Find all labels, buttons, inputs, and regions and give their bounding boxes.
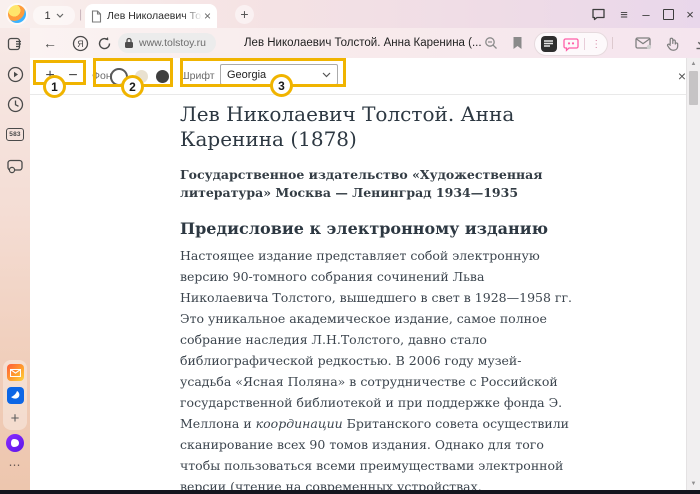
reload-icon: [97, 36, 112, 51]
yandex-search-button[interactable]: Я: [68, 28, 92, 58]
annotation-box-3: [180, 58, 346, 87]
vertical-scrollbar[interactable]: ▲ ▼: [686, 58, 700, 490]
plus-icon: +: [11, 410, 20, 427]
chat-bubble-icon: [591, 7, 606, 21]
sidebar-alice-button[interactable]: [0, 434, 30, 452]
article: Лев Николаевич Толстой. Анна Каренина (1…: [180, 94, 572, 490]
url-text: www.tolstoy.ru: [139, 37, 206, 49]
scroll-up-icon[interactable]: ▲: [687, 58, 700, 70]
tab-close-icon[interactable]: ×: [204, 9, 211, 23]
browser-window: 1 | Лев Николаевич Толсто × + ≡ – ×: [0, 0, 700, 494]
counter-badge: 583: [6, 128, 23, 141]
envelope-icon: [635, 36, 652, 50]
page-tools-more-icon[interactable]: ⋮: [591, 39, 601, 50]
download-icon: [695, 36, 700, 50]
magnifier-icon: [484, 36, 498, 50]
reader-mode-icon: [544, 40, 553, 49]
sidebar-video-button[interactable]: [0, 158, 30, 174]
sidebar-mail-button[interactable]: [0, 364, 30, 381]
lock-icon: [124, 37, 134, 49]
pill-divider: [584, 38, 585, 50]
active-tab[interactable]: Лев Николаевич Толсто ×: [85, 4, 217, 28]
play-circle-icon: [7, 66, 24, 83]
article-paragraph: Настоящее издание представляет собой эле…: [180, 245, 572, 490]
tab-separator: |: [79, 7, 82, 21]
sidebar-panels-button[interactable]: [0, 36, 30, 52]
scroll-down-icon[interactable]: ▼: [687, 478, 700, 490]
new-tab-button[interactable]: +: [235, 5, 254, 24]
bookmark-icon: [512, 36, 523, 50]
reader-close-icon: ×: [678, 68, 686, 84]
url-field[interactable]: www.tolstoy.ru: [118, 33, 216, 53]
zoom-button[interactable]: [480, 28, 502, 58]
chevron-down-icon: [56, 13, 64, 18]
document-icon: [91, 10, 102, 23]
sidebar-disk-button[interactable]: [0, 387, 30, 404]
address-bar: ← Я www.tolstoy.ru Лев Николаевич Толсто…: [30, 28, 700, 58]
clock-icon: [7, 96, 24, 113]
article-title: Лев Николаевич Толстой. Анна Каренина (1…: [180, 102, 572, 152]
downloads-button[interactable]: [688, 28, 700, 58]
back-arrow-icon: ←: [43, 35, 57, 51]
sidebar-history-button[interactable]: [0, 96, 30, 113]
article-publisher: Государственное издательство «Художестве…: [180, 166, 572, 202]
toolbar-divider: [612, 37, 613, 49]
feedback-button[interactable]: [584, 0, 612, 28]
annotation-label-1: 1: [43, 75, 66, 98]
web-content: + − Фон Шрифт Georgia × Лев Николаевич Т…: [30, 58, 700, 490]
collections-button[interactable]: [660, 28, 686, 58]
more-dots-icon: ⋯: [9, 458, 22, 472]
window-bottom-edge: [0, 490, 700, 494]
window-close-icon: ×: [676, 7, 700, 22]
article-section-heading: Предисловие к электронному изданию: [180, 219, 572, 239]
window-close-button[interactable]: ×: [676, 0, 700, 28]
annotation-label-2: 2: [121, 75, 144, 98]
sidebar-add-button[interactable]: +: [0, 410, 30, 427]
reader-mode-button[interactable]: [541, 36, 557, 52]
yandex-mail-icon: [7, 364, 24, 381]
hand-icon: [665, 36, 681, 51]
panels-icon: [7, 36, 23, 52]
annotation-label-3: 3: [270, 74, 293, 97]
bookmark-button[interactable]: [506, 28, 528, 58]
comments-icon[interactable]: [563, 37, 579, 52]
tab-title: Лев Николаевич Толсто: [107, 10, 202, 22]
back-button[interactable]: ←: [38, 28, 62, 58]
profile-avatar[interactable]: [8, 5, 26, 23]
sidebar-more-button[interactable]: ⋯: [0, 458, 30, 472]
tab-counter-value: 1: [44, 10, 50, 22]
tab-counter[interactable]: 1: [33, 6, 75, 25]
page-tools-group: ⋮: [534, 32, 608, 56]
reload-button[interactable]: [92, 28, 116, 58]
alice-icon: [6, 434, 24, 452]
sidebar-counter-button[interactable]: 583: [0, 128, 30, 141]
svg-text:Я: Я: [77, 39, 84, 49]
page-title: Лев Николаевич Толстой. Анна Каренина (.…: [244, 28, 482, 58]
yandex-circle-icon: Я: [72, 35, 89, 52]
tab-bar: 1 | Лев Николаевич Толсто × + ≡ – ×: [0, 0, 700, 28]
yandex-disk-icon: [7, 387, 24, 404]
picture-in-picture-icon: [6, 158, 24, 174]
scrollbar-thumb[interactable]: [689, 71, 698, 105]
sidebar-music-button[interactable]: [0, 66, 30, 83]
mail-notifier-button[interactable]: [630, 28, 656, 58]
sidebar: 583 + ⋯: [0, 28, 30, 490]
